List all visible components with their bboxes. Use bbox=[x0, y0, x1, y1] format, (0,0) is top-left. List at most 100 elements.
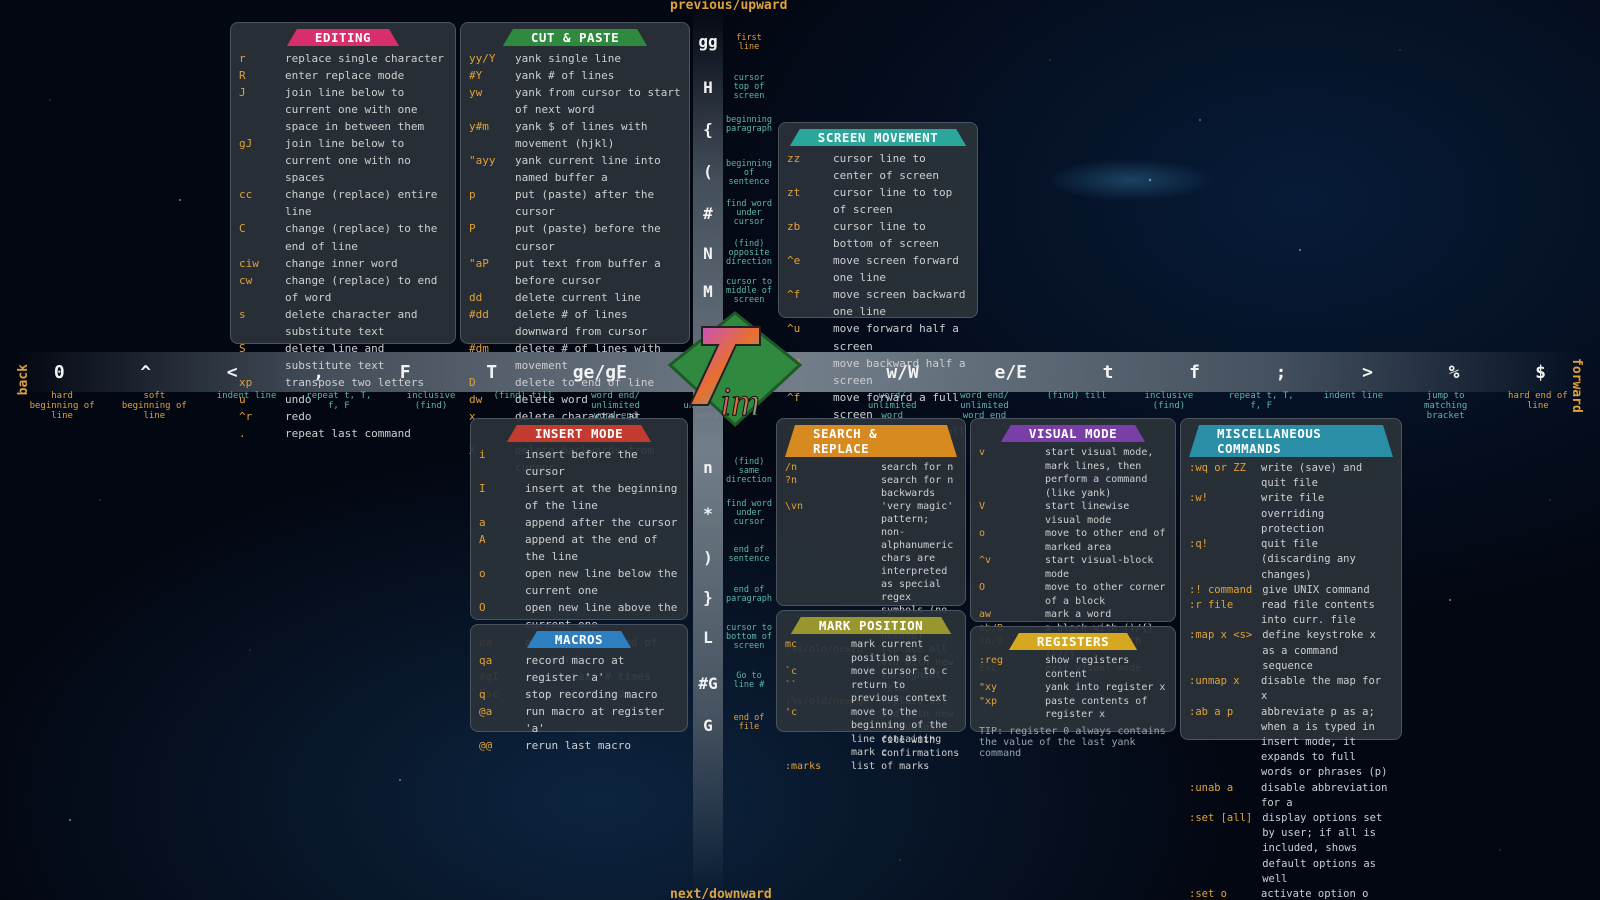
command-row: Renter replace mode bbox=[239, 67, 447, 84]
command-desc: move to the beginning of the line contai… bbox=[851, 706, 957, 760]
command-row: :w!write file overriding protection bbox=[1189, 491, 1393, 537]
svg-text:im: im bbox=[720, 379, 760, 424]
command-row: @arun macro at register 'a' bbox=[479, 703, 679, 737]
panel-title: EDITING bbox=[287, 29, 399, 46]
command-row: :unmap xdisable the map for x bbox=[1189, 674, 1393, 704]
h-motion-label: jump to matching bracket bbox=[1412, 392, 1480, 418]
command-desc: append after the cursor bbox=[525, 514, 679, 531]
command-desc: show registers content bbox=[1045, 654, 1167, 681]
command-desc: append at the end of the line bbox=[525, 531, 679, 565]
command-key: y#m bbox=[469, 118, 505, 152]
command-row: Jjoin line below to current one with one… bbox=[239, 84, 447, 135]
command-key: ^e bbox=[787, 252, 823, 286]
command-row: Aappend at the end of the line bbox=[479, 531, 679, 565]
command-desc: search for n bbox=[881, 461, 957, 474]
command-key: :! command bbox=[1189, 583, 1252, 598]
command-desc: change (replace) to end of word bbox=[285, 272, 447, 306]
command-key: "aP bbox=[469, 255, 505, 289]
panel-mark-position: MARK POSITIONmcmark current position as … bbox=[776, 610, 966, 732]
panel-title: CUT & PASTE bbox=[503, 29, 647, 46]
command-desc: yank current line into named buffer a bbox=[515, 152, 681, 186]
command-desc: read file contents into curr. file bbox=[1261, 598, 1393, 628]
command-row: :! command give UNIX command bbox=[1189, 583, 1393, 598]
command-key: ^v bbox=[979, 554, 1035, 581]
h-motion-label: soft beginning of line bbox=[120, 392, 188, 418]
command-desc: delete word bbox=[515, 391, 681, 408]
v-motion-key: #G bbox=[693, 674, 723, 693]
command-key: :w! bbox=[1189, 491, 1251, 537]
command-key: #dm bbox=[469, 340, 505, 374]
command-desc: delete # of lines downward from cursor bbox=[515, 306, 681, 340]
command-desc: enter replace mode bbox=[285, 67, 447, 84]
v-motion-label: find word under cursor bbox=[724, 500, 774, 527]
command-key: #Y bbox=[469, 67, 505, 84]
command-row: ^vstart visual-block mode bbox=[979, 554, 1167, 581]
v-motion-key: n bbox=[693, 458, 723, 477]
panel-macros: MACROSqarecord macro at register 'a'qsto… bbox=[470, 624, 688, 732]
command-row: awmark a word bbox=[979, 608, 1167, 622]
command-desc: join line below to current one with no s… bbox=[285, 135, 447, 186]
command-desc: move cursor to c bbox=[851, 665, 957, 679]
v-motion-label: end of file bbox=[724, 714, 774, 732]
command-key: :map x <s> bbox=[1189, 628, 1252, 674]
command-key: /n bbox=[785, 461, 871, 474]
command-row: pput (paste) after the cursor bbox=[469, 186, 681, 220]
panel-registers: REGISTERS:regshow registers content"xyya… bbox=[970, 626, 1176, 732]
command-row: r replace single character bbox=[239, 50, 447, 67]
v-motion-key: M bbox=[693, 282, 723, 301]
command-desc: write file overriding protection bbox=[1261, 491, 1393, 537]
command-row: ^umove forward half a screen bbox=[787, 320, 969, 354]
command-key: :reg bbox=[979, 654, 1035, 681]
command-desc: stop recording macro bbox=[525, 686, 679, 703]
command-row: ?nsearch for n backwards bbox=[785, 474, 957, 500]
command-key: u bbox=[239, 391, 275, 408]
h-motion-key: t bbox=[1103, 362, 1114, 383]
command-desc: start linewise visual mode bbox=[1045, 500, 1167, 527]
command-key: "xp bbox=[979, 695, 1035, 722]
command-desc: disable abbreviation for a bbox=[1261, 781, 1393, 811]
panel-cut-paste: CUT & PASTEyy/Yyank single line#Yyank # … bbox=[460, 22, 690, 344]
h-motion-key: e/E bbox=[995, 362, 1028, 383]
h-motion-label: inclusive (find) bbox=[1135, 392, 1203, 418]
command-desc: quit file (discarding any changes) bbox=[1261, 537, 1393, 583]
command-key: ?n bbox=[785, 474, 871, 500]
command-desc: rerun last macro bbox=[525, 737, 679, 754]
command-desc: move screen backward one line bbox=[833, 286, 969, 320]
command-row: ccchange (replace) entire line bbox=[239, 186, 447, 220]
h-motion-key: > bbox=[1362, 362, 1373, 383]
command-row: @@ rerun last macro bbox=[479, 737, 679, 754]
command-row: cwchange (replace) to end of word bbox=[239, 272, 447, 306]
v-motion-label: (find) same direction bbox=[724, 458, 774, 485]
panel-title: SEARCH & REPLACE bbox=[785, 425, 957, 457]
command-desc: give UNIX command bbox=[1262, 583, 1393, 598]
command-key: :unab a bbox=[1189, 781, 1251, 811]
command-key: :unmap x bbox=[1189, 674, 1251, 704]
command-row: :set [all]display options set by user; i… bbox=[1189, 811, 1393, 887]
command-row: :r fileread file contents into curr. fil… bbox=[1189, 598, 1393, 628]
command-key: @@ bbox=[479, 737, 515, 754]
command-key: :marks bbox=[785, 760, 841, 774]
command-row: vstart visual mode, mark lines, then per… bbox=[979, 446, 1167, 500]
command-desc: delete line and substitute text bbox=[285, 340, 447, 374]
command-key: r bbox=[239, 50, 275, 67]
command-key: :set o bbox=[1189, 887, 1251, 900]
panel-title: MISCELLANEOUS COMMANDS bbox=[1189, 425, 1393, 457]
v-motion-label: beginning of sentence bbox=[724, 160, 774, 187]
command-row: /n search for n bbox=[785, 461, 957, 474]
command-key: zt bbox=[787, 184, 823, 218]
command-desc: cursor line to top of screen bbox=[833, 184, 969, 218]
command-desc: yank $ of lines with movement (hjkl) bbox=[515, 118, 681, 152]
command-key: p bbox=[469, 186, 505, 220]
panel-visual-mode: VISUAL MODEvstart visual mode, mark line… bbox=[970, 418, 1176, 622]
command-key: R bbox=[239, 67, 275, 84]
command-row: dddelete current line bbox=[469, 289, 681, 306]
command-desc: abbreviate p as a; when a is typed in in… bbox=[1261, 705, 1393, 781]
command-desc: open new line below the current one bbox=[525, 565, 679, 599]
h-motion-key: % bbox=[1449, 362, 1460, 383]
h-motion-key: ^ bbox=[140, 362, 151, 383]
command-desc: replace single character bbox=[285, 50, 447, 67]
command-desc: insert at the beginning of the line bbox=[525, 480, 679, 514]
h-motion-key: 0 bbox=[54, 362, 65, 383]
v-motion-label: Go to line # bbox=[724, 672, 774, 690]
command-desc: change (replace) to the end of line bbox=[285, 220, 447, 254]
